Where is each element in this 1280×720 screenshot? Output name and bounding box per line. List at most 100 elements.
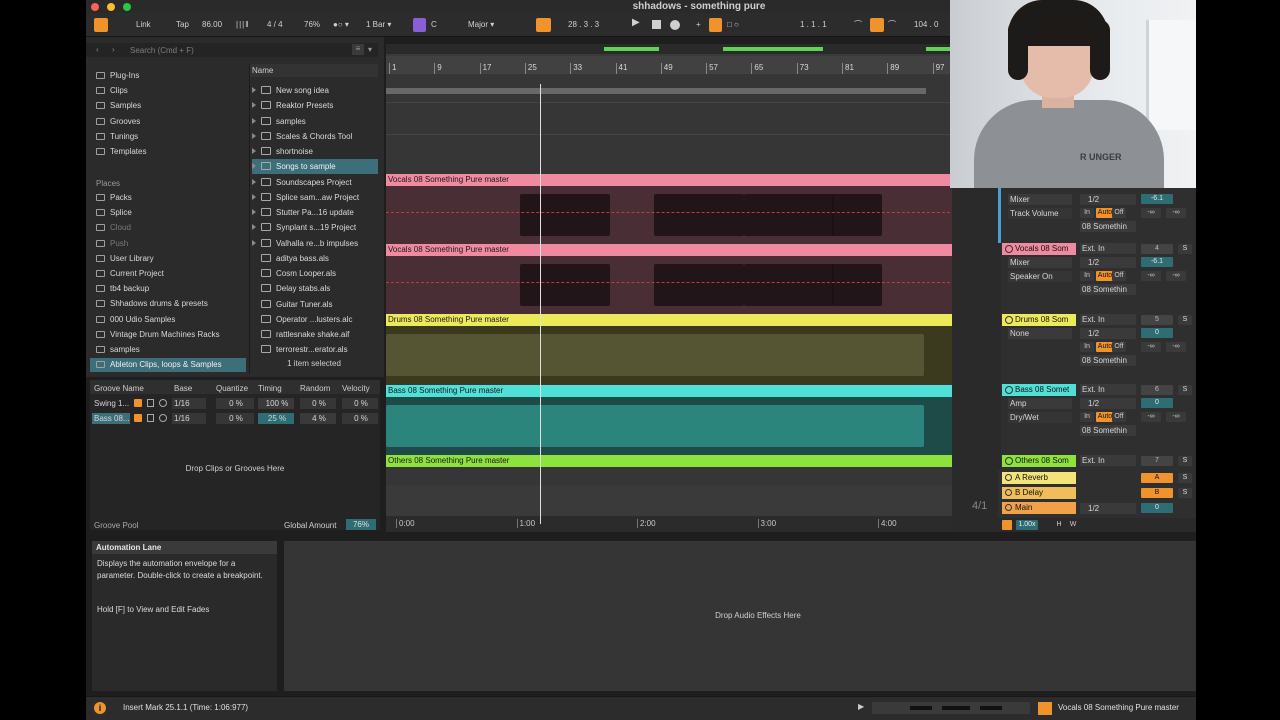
track-activator[interactable]: 5 <box>1141 315 1173 325</box>
groove-hot-swap-icon[interactable] <box>134 399 142 407</box>
solo-button[interactable]: S <box>1178 385 1192 395</box>
place-item[interactable]: User Library <box>96 252 154 266</box>
place-item[interactable]: Current Project <box>96 267 164 281</box>
output-select[interactable]: 08 Somethin <box>1080 355 1136 366</box>
volume-field[interactable]: -6.1 <box>1141 194 1173 204</box>
groove-timing-field[interactable]: 25 % <box>258 413 294 424</box>
input-type-select[interactable]: Ext. In <box>1080 314 1136 325</box>
session-view-toggle[interactable] <box>94 18 108 32</box>
file-row[interactable]: shortnoise <box>252 144 378 159</box>
monitor-in-button[interactable]: In <box>1080 342 1094 352</box>
monitor-off-button[interactable]: Off <box>1112 271 1126 281</box>
automation-arm-button[interactable] <box>709 18 722 32</box>
input-channel-select[interactable]: 1/2 <box>1080 328 1136 339</box>
place-item[interactable]: tb4 backup <box>96 282 149 296</box>
volume-field[interactable]: -6.1 <box>1141 257 1173 267</box>
file-row[interactable]: Soundscapes Project <box>252 175 378 190</box>
beat-ruler[interactable]: 1 9 17 25 33 41 49 57 65 73 81 89 97 <box>386 56 952 74</box>
tap-tempo-button[interactable]: Tap <box>176 19 189 31</box>
track-lane[interactable]: Drums 08 Something Pure masterDrums 08 S <box>386 314 970 384</box>
input-type-select[interactable]: Ext. In <box>1080 455 1136 466</box>
send-b-field[interactable]: -∞ <box>1166 271 1186 281</box>
expand-chevron-icon[interactable] <box>252 117 256 124</box>
groove-row[interactable]: Swing 1... 1/16 0 % 100 % 0 % 0 % <box>90 397 380 410</box>
overdub-button[interactable]: + <box>696 19 701 31</box>
groove-velocity-field[interactable]: 0 % <box>342 398 378 409</box>
track-activator[interactable]: 6 <box>1141 385 1173 395</box>
groove-quantize-field[interactable]: 0 % <box>216 398 254 409</box>
global-amount-field[interactable]: 76% <box>346 519 376 530</box>
solo-button[interactable]: S <box>1178 473 1192 483</box>
groove-name[interactable]: Bass 08... <box>92 413 130 424</box>
play-button[interactable]: ▶ <box>632 17 640 29</box>
place-item[interactable]: Splice <box>96 206 132 220</box>
device-chooser[interactable]: Mixer <box>1008 257 1072 268</box>
follow-button[interactable] <box>536 18 551 32</box>
file-row[interactable]: Synplant s...19 Project <box>252 220 378 235</box>
monitor-off-button[interactable]: Off <box>1112 342 1126 352</box>
input-channel-select[interactable]: 1/2 <box>1080 398 1136 409</box>
track-name[interactable]: Others 08 Som <box>1002 455 1076 467</box>
key-root-select[interactable]: C <box>431 19 437 31</box>
groove-base-field[interactable]: 1/16 <box>172 398 206 409</box>
groove-name[interactable]: Swing 1... <box>92 398 130 409</box>
solo-button[interactable]: S <box>1178 456 1192 466</box>
expand-chevron-icon[interactable] <box>252 102 256 109</box>
solo-button[interactable]: S <box>1178 488 1192 498</box>
track-fold-icon[interactable] <box>1005 316 1013 324</box>
input-type-select[interactable]: Ext. In <box>1080 243 1136 254</box>
clip-header[interactable]: Others 08 Something Pure master <box>386 455 970 467</box>
key-scale-select[interactable]: Major ▾ <box>468 19 494 31</box>
scroll-right-icon[interactable]: ▶ <box>858 702 864 711</box>
groove-save-icon[interactable] <box>147 399 154 407</box>
overview-strip[interactable] <box>386 44 952 54</box>
file-row[interactable]: aditya bass.als <box>252 251 378 266</box>
track-name[interactable]: Drums 08 Som <box>1002 314 1076 326</box>
file-row[interactable]: New song idea <box>252 83 378 98</box>
volume-field[interactable]: 0 <box>1141 398 1173 408</box>
track-fold-icon[interactable] <box>1005 504 1012 511</box>
expand-chevron-icon[interactable] <box>252 193 256 200</box>
monitor-in-button[interactable]: In <box>1080 412 1094 422</box>
track-activator[interactable]: 4 <box>1141 244 1173 254</box>
monitor-off-button[interactable]: Off <box>1112 412 1126 422</box>
groove-commit-icon[interactable] <box>159 414 167 422</box>
place-item[interactable]: Ableton Clips, loops & Samples <box>90 358 246 373</box>
loop-switch[interactable] <box>870 18 884 32</box>
expand-chevron-icon[interactable] <box>252 87 256 93</box>
parameter-chooser[interactable]: Track Volume <box>1008 208 1072 219</box>
track-lane[interactable]: Vocals 08 Something Pure master <box>386 244 970 314</box>
track-name[interactable]: Bass 08 Somet <box>1002 384 1076 396</box>
track-activator[interactable]: 7 <box>1141 456 1173 466</box>
track-name[interactable]: Vocals 08 Som <box>1002 243 1076 255</box>
file-row[interactable]: Operator ...lusters.alc <box>252 312 378 327</box>
collection-item[interactable]: Templates <box>96 145 146 159</box>
time-signature-field[interactable]: 4 / 4 <box>267 19 283 31</box>
main-output-select[interactable]: 1/2 <box>1080 503 1136 514</box>
file-row[interactable]: Valhalla re...b impulses <box>252 236 378 251</box>
stop-button[interactable] <box>652 20 661 29</box>
forward-arrow-icon[interactable]: › <box>112 45 115 54</box>
place-item[interactable]: Vintage Drum Machines Racks <box>96 328 220 342</box>
filter-menu-chevron-icon[interactable]: ▾ <box>368 45 372 54</box>
link-button[interactable]: Link <box>136 19 151 31</box>
search-input[interactable]: Search (Cmd + F) <box>130 46 194 55</box>
file-row[interactable]: Reaktor Presets <box>252 98 378 113</box>
track-fold-icon[interactable] <box>1005 457 1013 465</box>
punch-in-icon[interactable]: ⌒ <box>854 19 862 31</box>
expand-chevron-icon[interactable] <box>252 178 256 185</box>
return-activator[interactable]: B <box>1141 488 1173 498</box>
monitor-in-button[interactable]: In <box>1080 208 1094 218</box>
zoom-icon[interactable] <box>1002 520 1012 530</box>
send-a-field[interactable]: -∞ <box>1141 208 1161 218</box>
send-a-field[interactable]: -∞ <box>1141 342 1161 352</box>
loop-length-field[interactable]: 104 . 0 <box>914 19 938 31</box>
groove-save-icon[interactable] <box>147 414 154 422</box>
place-item[interactable]: Shhadows drums & presets <box>96 297 208 311</box>
groove-commit-icon[interactable] <box>159 399 167 407</box>
filter-icon[interactable]: ≡ <box>352 44 364 55</box>
send-a-field[interactable]: -∞ <box>1141 271 1161 281</box>
file-row[interactable]: Cosm Looper.als <box>252 266 378 281</box>
record-button[interactable] <box>670 20 680 30</box>
file-row[interactable]: terrorestr...erator.als <box>252 342 378 357</box>
